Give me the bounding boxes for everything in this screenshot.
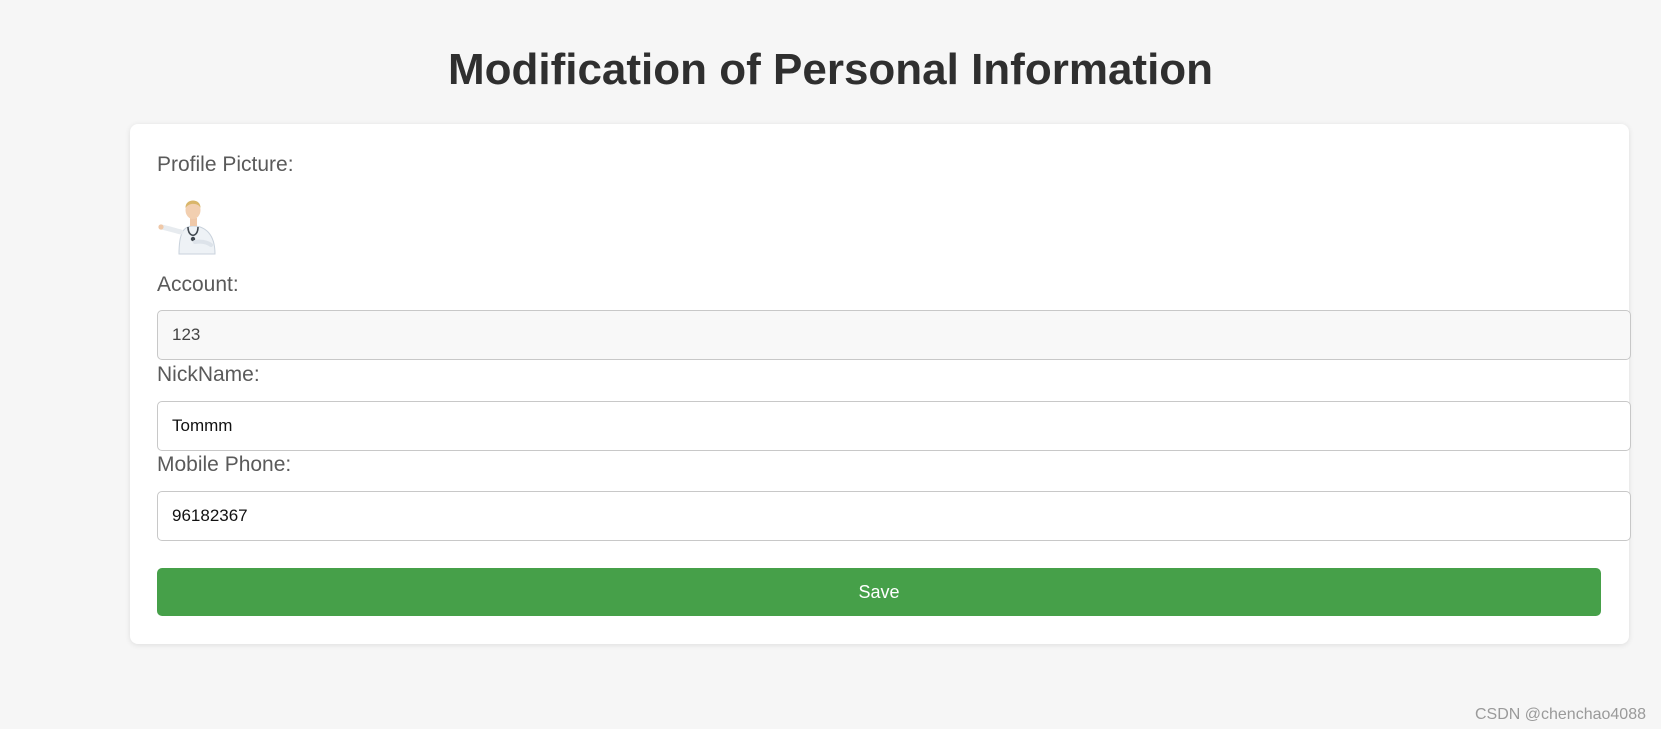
account-input[interactable] bbox=[157, 310, 1631, 360]
avatar-image[interactable] bbox=[157, 190, 223, 256]
personal-info-form: Profile Picture: Account: NickName: Mobi… bbox=[130, 124, 1631, 644]
page-title: Modification of Personal Information bbox=[447, 45, 1214, 94]
watermark: CSDN @chenchao4088 bbox=[1474, 706, 1646, 723]
profile-picture-label: Profile Picture: bbox=[157, 153, 294, 176]
account-label: Account: bbox=[157, 273, 239, 296]
nickname-input[interactable] bbox=[157, 401, 1631, 451]
mobile-phone-label: Mobile Phone: bbox=[157, 453, 292, 476]
nickname-label: NickName: bbox=[157, 363, 260, 386]
save-button[interactable]: Save bbox=[157, 568, 1601, 616]
mobile-phone-input[interactable] bbox=[157, 491, 1631, 541]
